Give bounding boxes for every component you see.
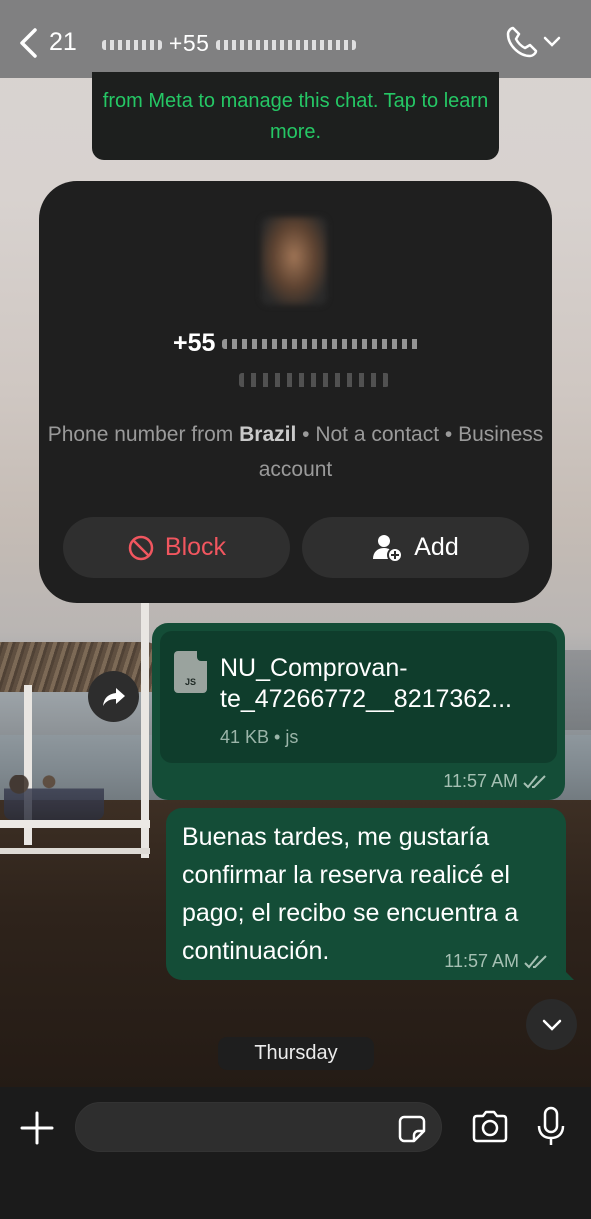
- card-number-text: +55: [173, 329, 216, 357]
- contact-info-card: +55 Phone number from Brazil • Not a con…: [39, 181, 552, 603]
- block-icon: [128, 535, 154, 560]
- wallpaper-rail: [0, 848, 150, 854]
- microphone-button[interactable]: [536, 1105, 566, 1149]
- file-meta: 41 KB • js: [220, 727, 299, 747]
- chevron-left-icon: [20, 28, 37, 58]
- file-ext-label: JS: [184, 677, 196, 687]
- message-body: Buenas tardes, me gustaría confirmar la …: [182, 823, 519, 965]
- chevron-down-icon: [543, 36, 561, 47]
- back-button[interactable]: [14, 26, 48, 60]
- file-attachment[interactable]: JS NU_Comprovan-te_47266772__8217362... …: [160, 631, 557, 763]
- sticker-icon: [398, 1115, 426, 1143]
- attach-button[interactable]: [18, 1109, 56, 1147]
- avatar: [261, 217, 327, 305]
- add-label: Add: [414, 533, 459, 561]
- message-file[interactable]: JS NU_Comprovan-te_47266772__8217362... …: [152, 623, 565, 800]
- double-check-icon: [523, 774, 546, 788]
- phone-icon: [506, 26, 538, 58]
- camera-icon: [472, 1110, 508, 1143]
- plus-icon: [20, 1111, 54, 1145]
- desc-country: Brazil: [239, 423, 297, 446]
- redacted-text: [222, 339, 423, 350]
- add-person-icon: [373, 534, 404, 563]
- card-phone-number: +55: [173, 329, 423, 358]
- sticker-button[interactable]: [396, 1113, 428, 1145]
- unread-count[interactable]: 21: [49, 28, 77, 57]
- message-text[interactable]: Buenas tardes, me gustaría confirmar la …: [166, 808, 566, 980]
- date-separator: Thursday: [218, 1037, 374, 1070]
- contact-name[interactable]: +55: [102, 30, 357, 57]
- redacted-text: [102, 39, 162, 50]
- wallpaper-people: [4, 775, 104, 820]
- redacted-text: [216, 39, 357, 50]
- double-check-icon: [524, 954, 547, 968]
- forward-button[interactable]: [88, 671, 139, 722]
- file-js-icon: JS: [174, 651, 207, 693]
- message-input[interactable]: [92, 1113, 382, 1143]
- wallpaper-rail: [0, 820, 150, 828]
- add-contact-button[interactable]: Add: [302, 517, 529, 578]
- message-timestamp: 11:57 AM: [443, 771, 549, 792]
- message-timestamp: 11:57 AM: [444, 951, 550, 972]
- desc-suffix: • Not a contact • Business account: [258, 423, 544, 481]
- block-label: Block: [164, 533, 227, 561]
- forward-icon: [102, 687, 125, 706]
- microphone-icon: [537, 1106, 565, 1145]
- contact-description: Phone number from Brazil • Not a contact…: [39, 417, 552, 487]
- chevron-down-icon: [542, 1019, 561, 1031]
- redacted-text: [239, 373, 389, 387]
- file-name: NU_Comprovan-te_47266772__8217362...: [220, 654, 512, 713]
- desc-prefix: Phone number from: [47, 423, 240, 446]
- encryption-notice[interactable]: from Meta to manage this chat. Tap to le…: [92, 72, 499, 160]
- message-composer: [0, 1087, 591, 1219]
- scroll-to-bottom-button[interactable]: [526, 999, 577, 1050]
- message-input-wrapper[interactable]: [75, 1102, 442, 1152]
- camera-button[interactable]: [470, 1107, 510, 1147]
- time-text: 11:57 AM: [443, 771, 518, 791]
- chat-header: 21 +55: [0, 0, 591, 78]
- contact-number: +55: [168, 30, 210, 56]
- notice-text: from Meta to manage this chat. Tap to le…: [102, 90, 489, 143]
- time-text: 11:57 AM: [444, 951, 519, 971]
- call-button[interactable]: [504, 24, 566, 60]
- block-button[interactable]: Block: [63, 517, 290, 578]
